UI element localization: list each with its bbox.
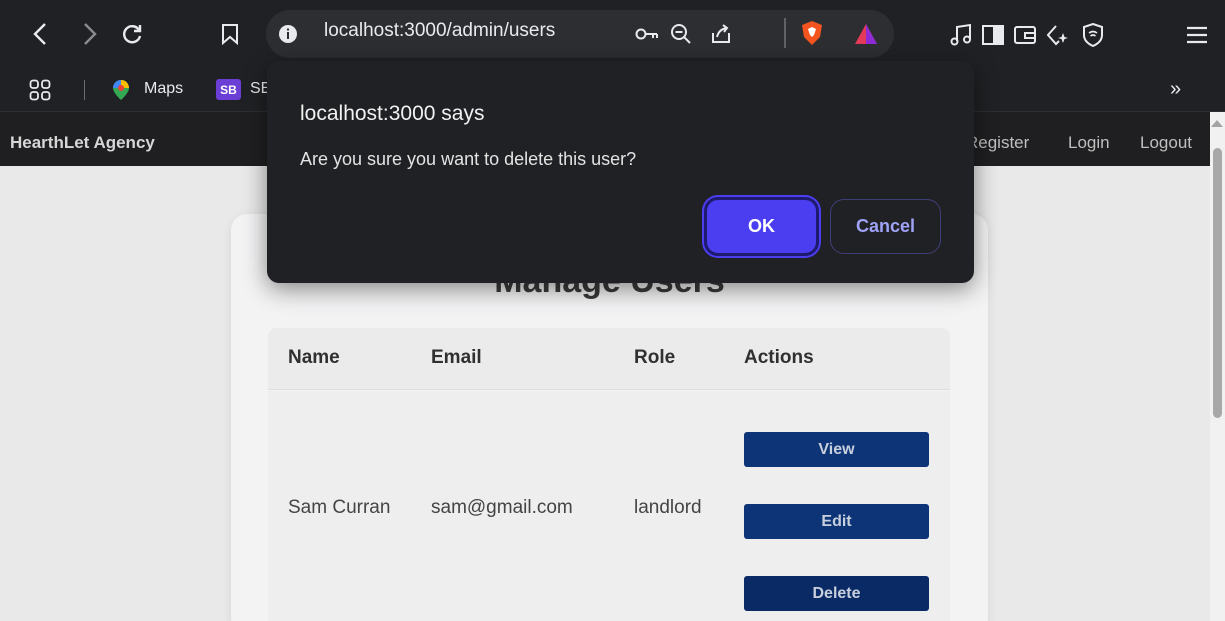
toolbar-separator (784, 18, 786, 48)
site-info-icon[interactable] (276, 22, 300, 46)
column-header-actions: Actions (744, 347, 814, 368)
wallet-icon[interactable] (1012, 22, 1038, 48)
bookmark-se[interactable]: SE (250, 80, 267, 98)
view-button[interactable]: View (744, 432, 929, 467)
dialog-message: Are you sure you want to delete this use… (300, 149, 637, 169)
url-text[interactable]: localhost:3000/admin/users (324, 20, 555, 42)
media-icon[interactable] (948, 22, 974, 48)
forward-icon[interactable] (78, 20, 102, 48)
cancel-button[interactable]: Cancel (830, 199, 941, 254)
bookmarks-separator (84, 80, 85, 100)
brave-shields-icon[interactable] (798, 18, 826, 48)
brave-rewards-icon[interactable] (852, 20, 880, 48)
back-icon[interactable] (28, 20, 52, 48)
ok-button[interactable]: OK (704, 197, 819, 256)
nav-register-link[interactable]: Register (966, 133, 1029, 153)
scroll-up-arrow-icon[interactable] (1211, 120, 1223, 127)
menu-icon[interactable] (1184, 22, 1210, 48)
sidebar-icon[interactable] (980, 22, 1006, 48)
bookmark-icon[interactable] (218, 20, 242, 48)
cell-user-email: sam@gmail.com (431, 497, 573, 518)
bookmark-maps[interactable]: Maps (144, 80, 183, 98)
brand-logo-text[interactable]: HearthLet Agency (10, 133, 155, 153)
users-table-header (268, 328, 950, 390)
leo-ai-icon[interactable] (1044, 22, 1072, 48)
maps-pin-icon (110, 78, 132, 102)
column-header-role: Role (634, 347, 676, 368)
scrollbar-thumb[interactable] (1213, 148, 1222, 418)
reload-icon[interactable] (118, 20, 146, 48)
dialog-title: localhost:3000 says (300, 102, 485, 125)
sb-badge-text: SB (220, 82, 237, 97)
sb-badge: SB (216, 79, 241, 100)
share-icon[interactable] (708, 22, 734, 46)
zoom-out-icon[interactable] (668, 22, 694, 46)
column-header-email: Email (431, 347, 482, 368)
column-header-name: Name (288, 347, 340, 368)
vpn-icon[interactable] (1080, 22, 1106, 48)
apps-grid-icon[interactable] (28, 78, 52, 102)
nav-login-link[interactable]: Login (1068, 133, 1110, 153)
cell-user-role: landlord (634, 497, 702, 518)
nav-logout-link[interactable]: Logout (1140, 133, 1192, 153)
key-icon[interactable] (634, 22, 660, 46)
cell-user-name: Sam Curran (288, 497, 391, 518)
bookmarks-overflow-button[interactable]: » (1170, 78, 1181, 101)
delete-button[interactable]: Delete (744, 576, 929, 611)
edit-button[interactable]: Edit (744, 504, 929, 539)
